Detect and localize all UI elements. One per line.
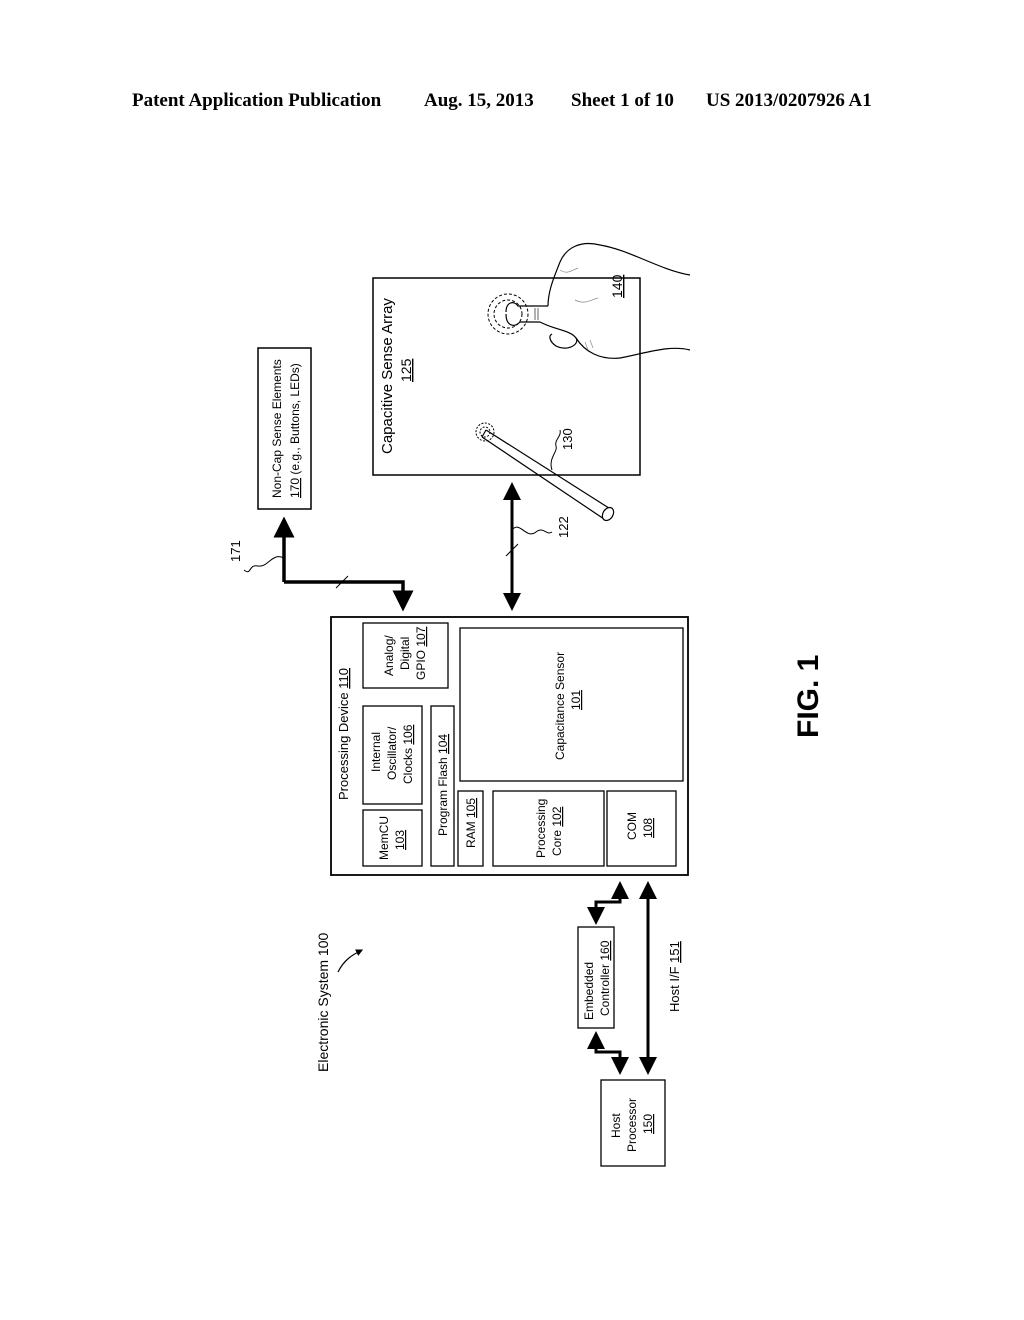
osc-text: Clocks	[401, 745, 415, 784]
figure-1-diagram: Non-Cap Sense Elements 170 (e.g., Button…	[228, 242, 825, 1167]
host-ref: 150	[641, 1114, 655, 1134]
core-line2: Core 102	[550, 806, 564, 856]
osc-ref: 106	[401, 724, 415, 744]
processing-device-ref: 110	[336, 668, 351, 689]
ram-text: RAM	[464, 818, 478, 848]
stylus-ref: 130	[560, 428, 575, 450]
flash-ref: 104	[436, 734, 450, 754]
embedded-line1: Embedded	[582, 962, 596, 1020]
gpio-line2: Digital	[398, 637, 412, 670]
cap-sensor-label: Capacitance Sensor	[553, 652, 567, 760]
gpio-text: GPIO	[414, 647, 428, 680]
memcu-ref: 103	[393, 830, 407, 850]
processing-device-110: Processing Device 110 Analog/ Digital GP…	[330, 616, 689, 876]
com-label: COM	[625, 812, 639, 840]
electronic-system-label: Electronic System 100	[315, 933, 331, 1072]
non-cap-sense-elements-box: Non-Cap Sense Elements 170 (e.g., Button…	[257, 347, 312, 510]
gpio-line1: Analog/	[382, 635, 396, 676]
host-if-text: Host I/F	[667, 963, 682, 1012]
hand-ref: 140	[609, 274, 625, 298]
cap-sensor-ref: 101	[569, 690, 583, 710]
non-cap-examples: (e.g., Buttons, LEDs)	[288, 363, 302, 478]
host-if-ref: 151	[667, 941, 682, 963]
embedded-controller-160: Embedded Controller 160	[577, 926, 615, 1029]
processing-device-label: Processing Device 110	[336, 668, 351, 800]
ram-label: RAM 105	[464, 798, 478, 848]
memcu-label: MemCU	[377, 816, 391, 860]
osc-line2: Oscillator/	[385, 726, 399, 780]
cap-array-ref: 125	[398, 358, 414, 382]
bus-171: 171	[228, 516, 414, 612]
embedded-line2: Controller 160	[598, 940, 612, 1016]
processing-device-text: Processing Device	[336, 689, 351, 800]
bus-171-label: 171	[228, 540, 243, 562]
core-ref: 102	[550, 806, 564, 826]
non-cap-ref-line: 170 (e.g., Buttons, LEDs)	[288, 363, 302, 498]
figure-label: FIG. 1	[792, 655, 825, 738]
embedded-text: Controller	[598, 961, 612, 1016]
gpio-line3: GPIO 107	[414, 626, 428, 680]
osc-line1: Internal	[369, 732, 383, 772]
host-if-label: Host I/F 151	[667, 941, 682, 1012]
embedded-ref: 160	[598, 940, 612, 960]
host-line1: Host	[609, 1113, 623, 1138]
osc-line3: Clocks 106	[401, 724, 415, 784]
capacitive-sense-array: Capacitive Sense Array 125 130 140	[372, 242, 691, 522]
core-line1: Processing	[534, 799, 548, 858]
non-cap-label: Non-Cap Sense Elements	[270, 359, 284, 498]
non-cap-ref: 170	[288, 478, 302, 498]
host-line2: Processor	[625, 1098, 639, 1152]
host-processor-150: Host Processor 150	[600, 1079, 666, 1167]
system-pointer-arrow	[337, 949, 364, 973]
core-text: Core	[550, 827, 564, 856]
bus-122: 122	[503, 482, 571, 611]
flash-label: Program Flash 104	[436, 734, 450, 836]
gpio-ref: 107	[414, 626, 428, 646]
cap-array-label: Capacitive Sense Array	[379, 298, 396, 454]
flash-text: Program Flash	[436, 754, 450, 836]
bus-122-label: 122	[556, 516, 571, 538]
ram-ref: 105	[464, 798, 478, 818]
com-ref: 108	[641, 818, 655, 838]
